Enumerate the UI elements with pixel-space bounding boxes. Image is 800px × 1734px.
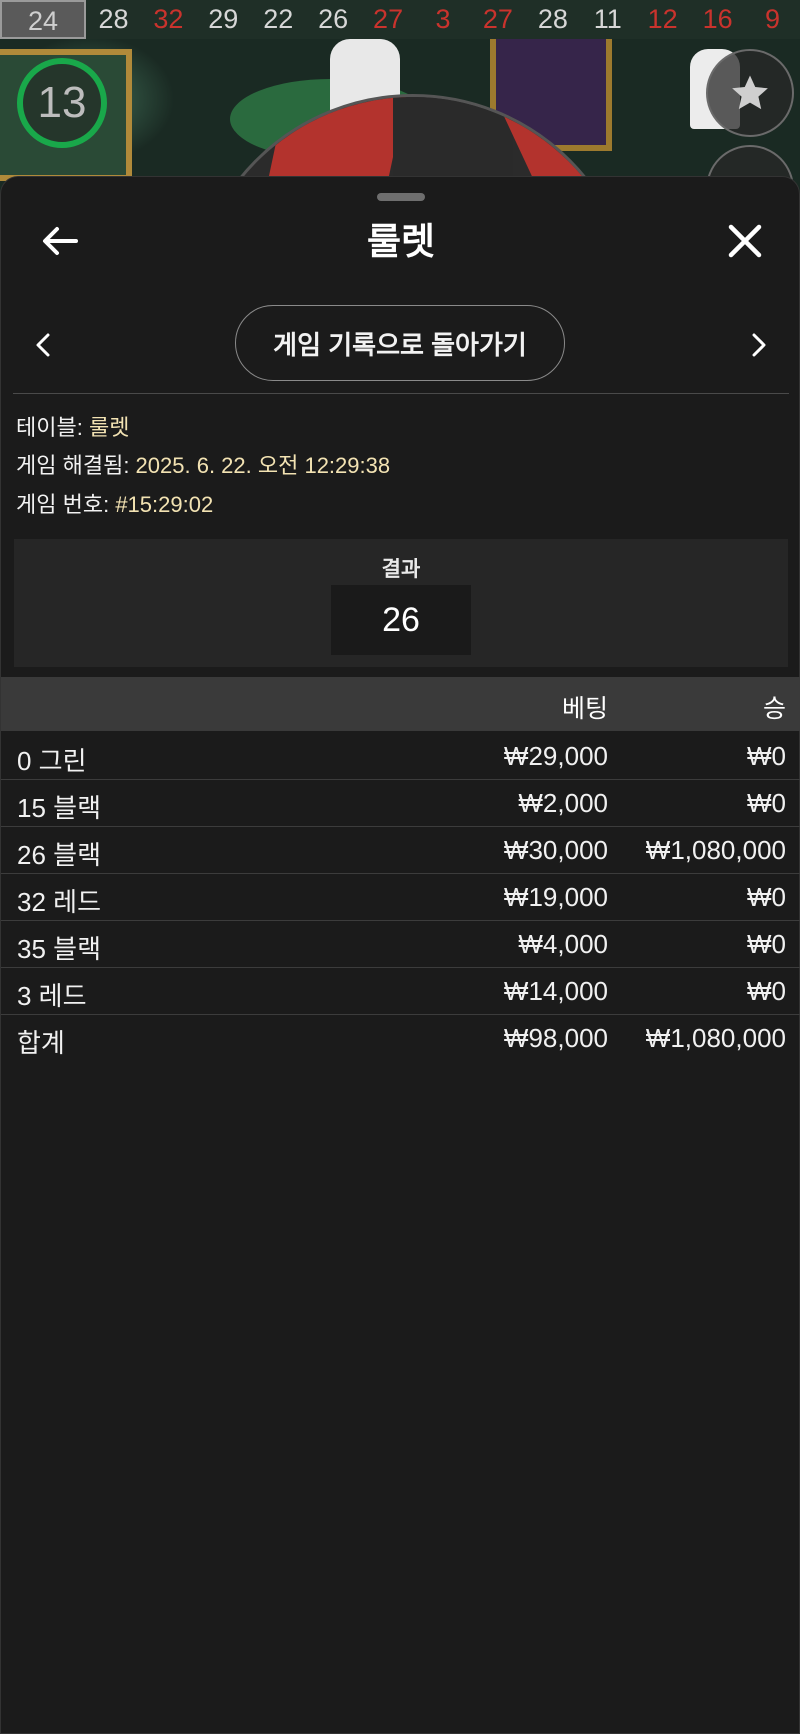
history-number: 26 [318, 4, 349, 34]
history-number: 28 [537, 4, 568, 34]
bet-amount: ₩30,000 [503, 835, 608, 865]
table-row: 32 레드 ₩19,000 ₩0 [1, 873, 800, 921]
table-row: 15 블랙 ₩2,000 ₩0 [1, 779, 800, 827]
info-label: 게임 해결됨: [16, 453, 136, 478]
bet-name: 26 블랙 [17, 840, 101, 870]
info-value: 2025. 6. 22. 오전 12:29:38 [135, 453, 391, 478]
info-value: 룰렛 [88, 415, 130, 440]
next-game-button[interactable] [745, 327, 773, 363]
bet-name: 35 블랙 [17, 934, 101, 964]
bet-name: 3 레드 [17, 981, 87, 1011]
game-detail-sheet: 룰렛 게임 기록으로 돌아가기 테이블: 룰렛 게임 해결됨: 2025. 6.… [0, 176, 800, 1734]
win-column-header: 승 [762, 695, 786, 723]
favorite-button[interactable] [706, 49, 794, 137]
chevron-left-icon [36, 333, 50, 357]
result-number: 26 [331, 585, 471, 655]
drag-handle[interactable] [377, 193, 425, 201]
countdown-timer: 13 [17, 58, 107, 148]
bet-name: 15 블랙 [17, 793, 101, 823]
table-info: 테이블: 룰렛 [16, 413, 129, 443]
back-to-history-button[interactable]: 게임 기록으로 돌아가기 [235, 305, 565, 381]
history-number: 32 [153, 4, 184, 34]
win-amount: ₩0 [747, 788, 786, 818]
recent-results-strip: 24 28 32 29 22 26 27 3 27 28 11 12 16 9 [0, 0, 800, 40]
star-icon [732, 75, 768, 110]
table-row: 35 블랙 ₩4,000 ₩0 [1, 920, 800, 968]
close-icon [728, 224, 762, 258]
history-number: 29 [208, 4, 239, 34]
result-label: 결과 [381, 558, 421, 581]
bets-table-header: 베팅 승 [1, 677, 800, 731]
bet-amount: ₩29,000 [503, 741, 608, 771]
total-bet-amount: ₩98,000 [503, 1023, 608, 1053]
bet-amount: ₩4,000 [518, 929, 608, 959]
bet-amount: ₩2,000 [518, 788, 608, 818]
bet-amount: ₩14,000 [503, 976, 608, 1006]
bet-column-header: 베팅 [561, 695, 608, 723]
win-amount: ₩0 [747, 929, 786, 959]
total-row: 합계 ₩98,000 ₩1,080,000 [1, 1014, 800, 1061]
info-label: 테이블: [16, 415, 89, 440]
game-number-info: 게임 번호: #15:29:02 [16, 490, 213, 520]
history-number: 3 [435, 4, 451, 34]
table-row: 0 그린 ₩29,000 ₩0 [1, 732, 800, 780]
history-number: 22 [263, 4, 294, 34]
history-number: 24 [0, 0, 86, 39]
history-number: 16 [702, 4, 733, 34]
live-video-feed: 23 10 [0, 39, 800, 199]
bet-name: 32 레드 [17, 887, 101, 917]
history-number: 12 [647, 4, 678, 34]
table-row: 26 블랙 ₩30,000 ₩1,080,000 [1, 826, 800, 874]
previous-game-button[interactable] [29, 327, 57, 363]
table-row: 3 레드 ₩14,000 ₩0 [1, 967, 800, 1015]
win-amount: ₩0 [747, 741, 786, 771]
sheet-title: 룰렛 [366, 221, 436, 262]
history-number: 27 [482, 4, 513, 34]
win-amount: ₩0 [747, 882, 786, 912]
history-number: 28 [98, 4, 129, 34]
history-number: 27 [373, 4, 404, 34]
info-value: #15:29:02 [115, 492, 214, 517]
history-number: 11 [593, 4, 622, 34]
total-label: 합계 [17, 1028, 65, 1058]
total-win-amount: ₩1,080,000 [645, 1023, 786, 1053]
divider [13, 393, 789, 394]
win-amount: ₩1,080,000 [645, 835, 786, 865]
history-number: 9 [765, 4, 781, 34]
win-amount: ₩0 [747, 976, 786, 1006]
result-panel: 결과 26 [14, 539, 788, 667]
chevron-right-icon [752, 333, 766, 357]
close-button[interactable] [723, 219, 767, 263]
resolved-time-info: 게임 해결됨: 2025. 6. 22. 오전 12:29:38 [16, 451, 390, 481]
info-label: 게임 번호: [16, 492, 116, 517]
bet-amount: ₩19,000 [503, 882, 608, 912]
bet-name: 0 그린 [17, 746, 87, 776]
